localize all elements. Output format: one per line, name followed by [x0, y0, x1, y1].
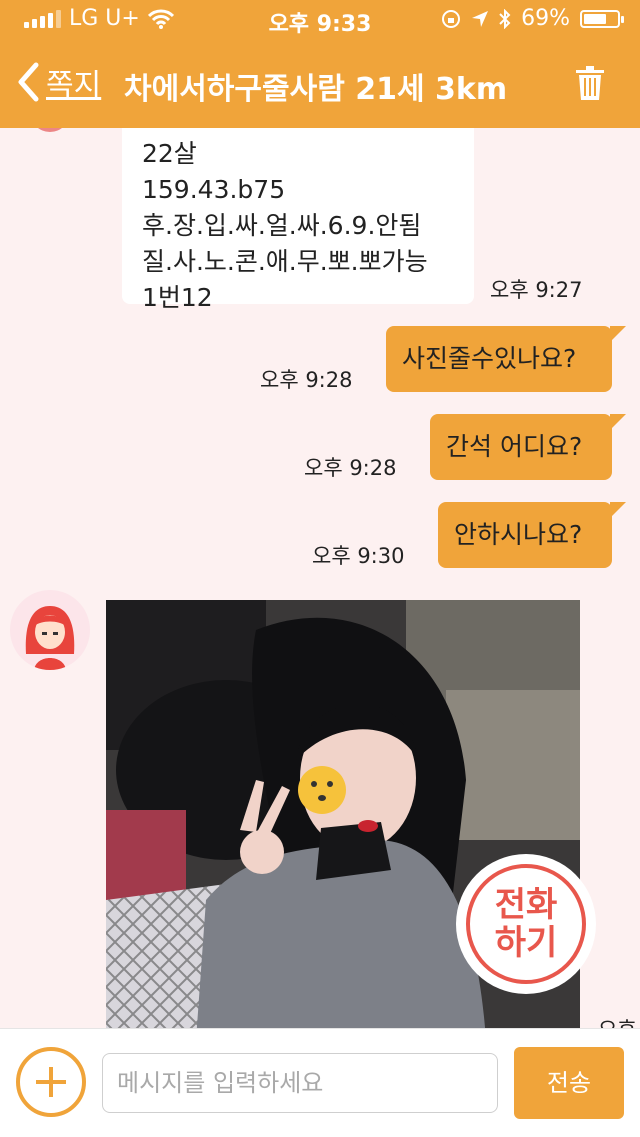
back-label: 쪽지: [46, 68, 102, 103]
page-title: 차에서하구줄사람 21세 3km: [124, 72, 508, 107]
call-button[interactable]: 전화 하기: [460, 858, 592, 990]
header: LG U+ 오후 9:33 69% 쪽지 차에서하구줄사람 21세 3km: [0, 0, 640, 128]
plus-icon[interactable]: [16, 1047, 86, 1117]
battery-icon: [580, 9, 624, 28]
call-button-label: 전화: [494, 885, 558, 925]
message-composer: 전송: [0, 1028, 640, 1137]
avatar[interactable]: [30, 128, 70, 132]
rotation-lock-icon: [442, 9, 461, 28]
outgoing-message: 사진줄수있나요?: [386, 326, 626, 392]
chat-area[interactable]: 22살 159.43.b75 후.장.입.싸.얼.싸.6.9.안됨 질.사.노.…: [0, 128, 640, 1028]
message-time: 오후 9:30: [312, 544, 405, 568]
avatar[interactable]: [10, 590, 90, 670]
message-line: 1번12: [142, 283, 213, 312]
message-line: 질.사.노.콘.애.무.뽀.뽀가능: [142, 247, 428, 276]
outgoing-message: 안하시나요?: [438, 502, 626, 568]
nav-bar: 쪽지 차에서하구줄사람 21세 3km: [0, 50, 640, 120]
back-button[interactable]: 쪽지: [16, 60, 101, 104]
bluetooth-icon: [499, 8, 511, 29]
outgoing-message: 간석 어디요?: [430, 414, 626, 480]
girl-avatar-icon: [25, 606, 75, 670]
battery-percent: 69%: [521, 6, 570, 31]
trash-icon[interactable]: [576, 66, 604, 100]
message-line: 159.43.b75: [142, 175, 286, 204]
status-bar: LG U+ 오후 9:33 69%: [0, 0, 640, 40]
message-line: 22살: [142, 139, 197, 168]
message-time: 오후 9:28: [260, 368, 353, 392]
location-icon: [472, 10, 489, 27]
call-button-label: 하기: [494, 923, 558, 963]
back-chevron-icon: [18, 62, 39, 102]
message-time: 오후: [598, 1014, 637, 1028]
incoming-message: 22살 159.43.b75 후.장.입.싸.얼.싸.6.9.안됨 질.사.노.…: [122, 128, 474, 312]
message-time: 오후 9:27: [490, 278, 583, 302]
message-input[interactable]: [102, 1053, 498, 1113]
send-button[interactable]: 전송: [514, 1047, 624, 1119]
message-line: 후.장.입.싸.얼.싸.6.9.안됨: [142, 211, 422, 240]
message-time: 오후 9:28: [304, 456, 397, 480]
